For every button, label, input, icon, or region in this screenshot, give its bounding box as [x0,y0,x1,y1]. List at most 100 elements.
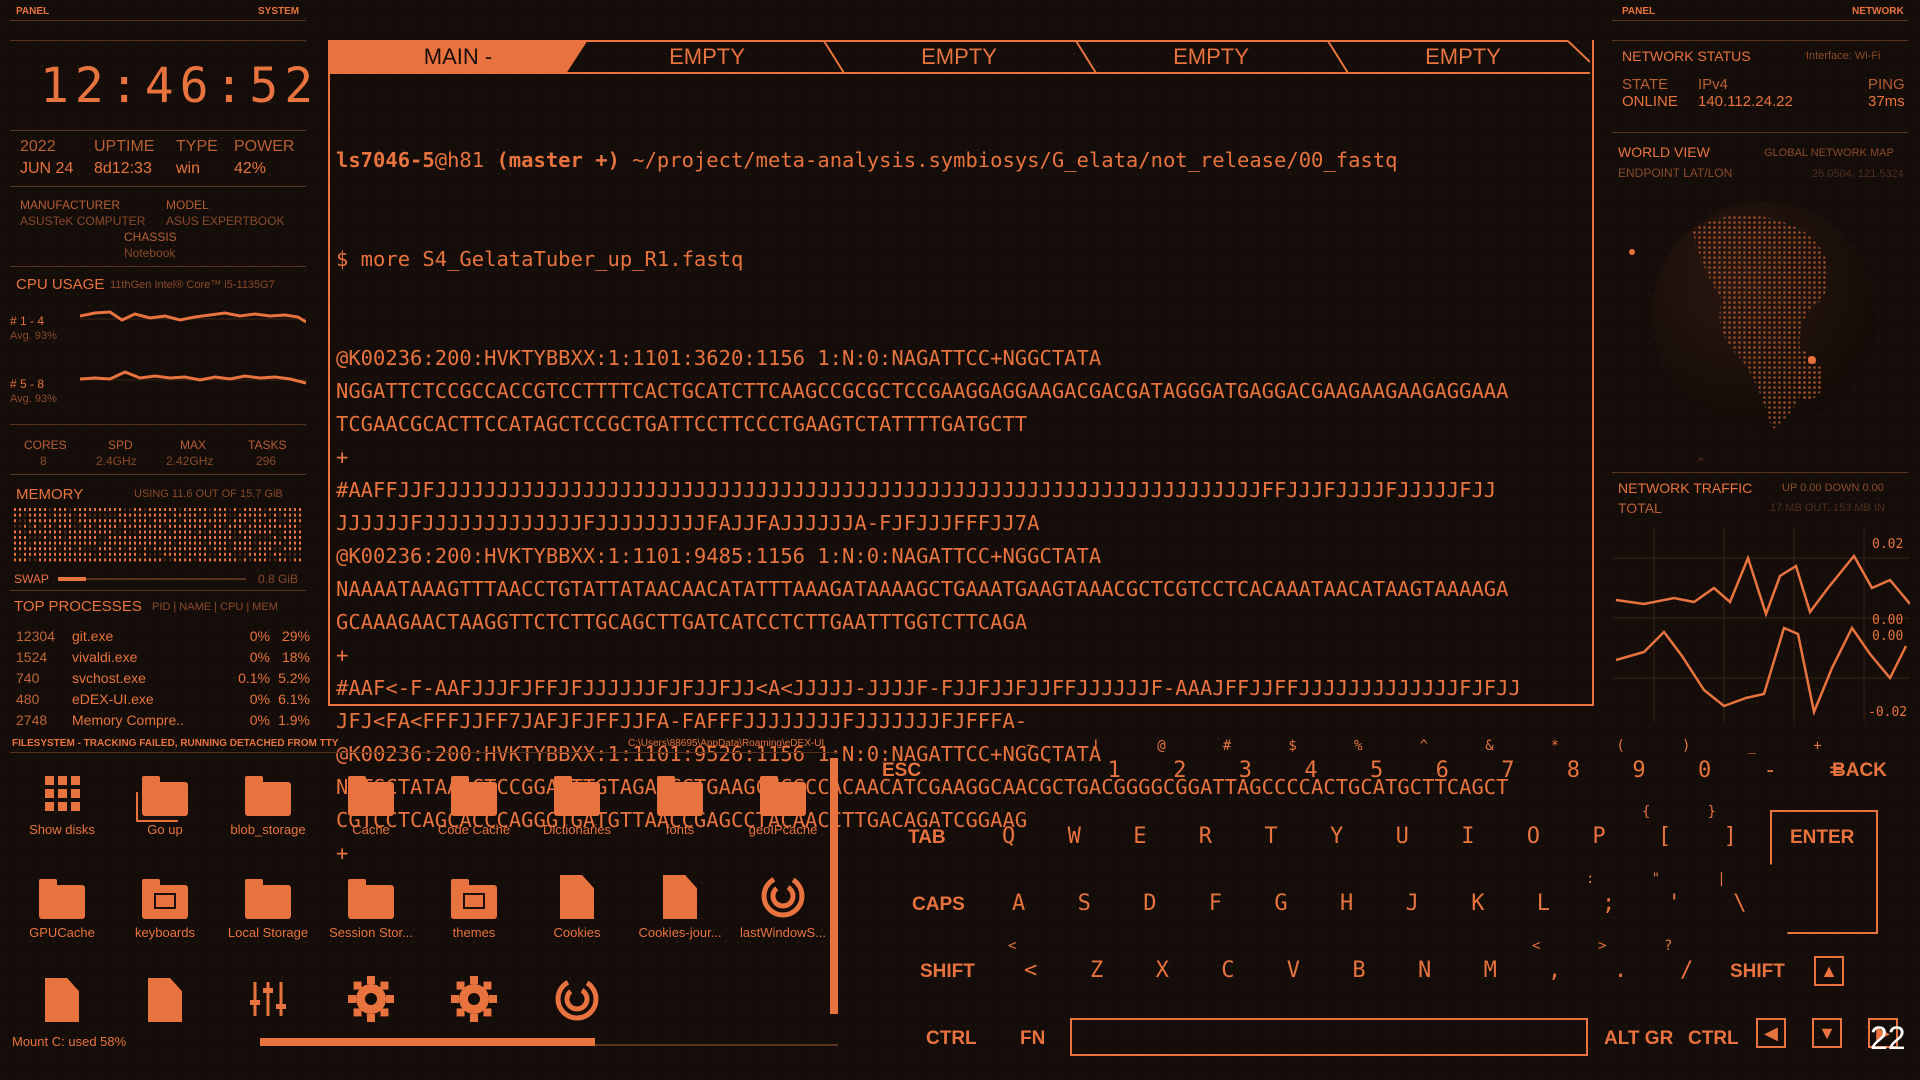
filesystem-item[interactable]: lastWindowS... [733,873,833,940]
filesystem-item[interactable]: Cookies-jour... [630,873,730,940]
key-o[interactable]: O [1527,824,1540,849]
key-x[interactable]: X [1156,958,1169,983]
filesystem-scrollbar[interactable] [830,758,838,1014]
key-e[interactable]: E [1133,824,1146,849]
key-shift-right[interactable]: SHIFT [1730,961,1785,983]
key-space[interactable] [1070,1018,1588,1056]
key-n[interactable]: N [1418,958,1431,983]
key-m[interactable]: M [1484,958,1497,983]
key-punct-0[interactable]: ; [1602,891,1615,916]
filesystem-item[interactable]: geoIPcache [733,770,833,837]
key-t[interactable]: T [1264,824,1277,849]
filesystem-item[interactable]: Cookies [527,873,627,940]
key-9[interactable]: 9 [1632,758,1645,783]
filesystem-item[interactable] [527,976,627,1028]
arrow-left-icon[interactable]: ◀ [1756,1018,1786,1048]
key-i[interactable]: I [1461,824,1474,849]
key-z[interactable]: Z [1090,958,1103,983]
filesystem-item[interactable] [12,976,112,1028]
key-period[interactable]: . [1614,958,1627,983]
globe-map[interactable]: = [1612,190,1908,480]
key-j[interactable]: J [1406,891,1419,916]
key-10[interactable]: 0 [1698,758,1711,783]
process-name: svchost.exe [72,670,146,686]
terminal-line: #AAF<-F-AAFJJJFJFFJFJJJJJJFJFJJFJJ<A<JJJ… [336,676,1521,700]
key-c[interactable]: C [1221,958,1234,983]
key-r[interactable]: R [1199,824,1212,849]
key-v[interactable]: V [1287,958,1300,983]
key-bracket-1[interactable]: ] [1724,824,1737,849]
mount-bar-fill [260,1038,596,1046]
cpu-stat-label: SPD [108,438,133,452]
key-12[interactable]: = [1829,758,1842,783]
filesystem-item[interactable]: Go up [115,770,215,837]
key-1[interactable]: 1 [1108,758,1121,783]
key-bracket-0-shift: { [1642,804,1651,820]
key-7[interactable]: 7 [1501,758,1514,783]
mount-value: 58% [100,1034,127,1049]
key-s[interactable]: S [1078,891,1091,916]
arrow-up-icon[interactable]: ▲ [1814,956,1844,986]
filesystem-item[interactable] [424,976,524,1028]
key-bracket-0[interactable]: [ [1658,824,1671,849]
key-5[interactable]: 5 [1370,758,1383,783]
key-slash[interactable]: / [1680,958,1693,983]
key-6[interactable]: 6 [1436,758,1449,783]
endpoint-label: ENDPOINT LAT/LON [1618,166,1733,180]
key-tab[interactable]: TAB [908,827,946,849]
key-f[interactable]: F [1209,891,1222,916]
key-punct-2[interactable]: \ [1733,891,1746,916]
key-3[interactable]: 3 [1239,758,1252,783]
filesystem-item[interactable]: Code Cache [424,770,524,837]
filesystem-item[interactable]: Local Storage [218,873,318,940]
key-11[interactable]: - [1764,758,1777,783]
filesystem-item[interactable]: Show disks [12,770,112,837]
key-fn[interactable]: FN [1020,1028,1045,1050]
key-esc[interactable]: ESC [882,760,921,782]
filesystem-item[interactable]: Session Stor... [321,873,421,940]
cpu-stat-value: 2.4GHz [96,454,137,468]
key-3-shift: # [1222,738,1232,754]
key-shift-left[interactable]: SHIFT [920,961,975,983]
key-b[interactable]: B [1352,958,1365,983]
filesystem-item[interactable] [321,976,421,1028]
filesystem-item[interactable]: keyboards [115,873,215,940]
key-alt-gr[interactable]: ALT GR [1604,1028,1673,1050]
key-p[interactable]: P [1592,824,1605,849]
key-w[interactable]: W [1068,824,1081,849]
filesystem-item[interactable]: GPUCache [12,873,112,940]
arrow-down-icon[interactable]: ▼ [1812,1018,1842,1048]
clock: 12:46:52 [40,58,320,114]
key-8[interactable]: 8 [1567,758,1580,783]
stat-label: 2022 [20,138,56,155]
chassis-value: Notebook [124,246,176,260]
key-l[interactable]: L [1537,891,1550,916]
prompt-branch: (master +) [496,148,620,172]
filesystem-item[interactable]: themes [424,873,524,940]
filesystem-item-label: keyboards [135,925,195,940]
key-punct-1[interactable]: ' [1668,891,1681,916]
key-0[interactable]: ` [1042,758,1055,783]
key-2[interactable]: 2 [1173,758,1186,783]
key-q[interactable]: Q [1002,824,1015,849]
key-d[interactable]: D [1143,891,1156,916]
key-h[interactable]: H [1340,891,1353,916]
key-y[interactable]: Y [1330,824,1343,849]
filesystem-item[interactable]: blob_storage [218,770,318,837]
filesystem-item[interactable] [115,976,215,1028]
cpu-group-label: # 1 - 4 [10,314,45,328]
key-ctrl-left[interactable]: CTRL [926,1028,977,1050]
filesystem-item[interactable] [218,976,318,1028]
key-less[interactable]: < [1024,958,1037,983]
key-k[interactable]: K [1471,891,1484,916]
key-g[interactable]: G [1274,891,1287,916]
key-ctrl-right[interactable]: CTRL [1688,1028,1739,1050]
filesystem-item[interactable]: Cache [321,770,421,837]
key-4[interactable]: 4 [1304,758,1317,783]
filesystem-item[interactable]: fonts [630,770,730,837]
key-caps[interactable]: CAPS [912,894,965,916]
filesystem-item[interactable]: Dictionaries [527,770,627,837]
key-comma[interactable]: , [1548,958,1561,983]
key-u[interactable]: U [1396,824,1409,849]
key-a[interactable]: A [1012,891,1025,916]
